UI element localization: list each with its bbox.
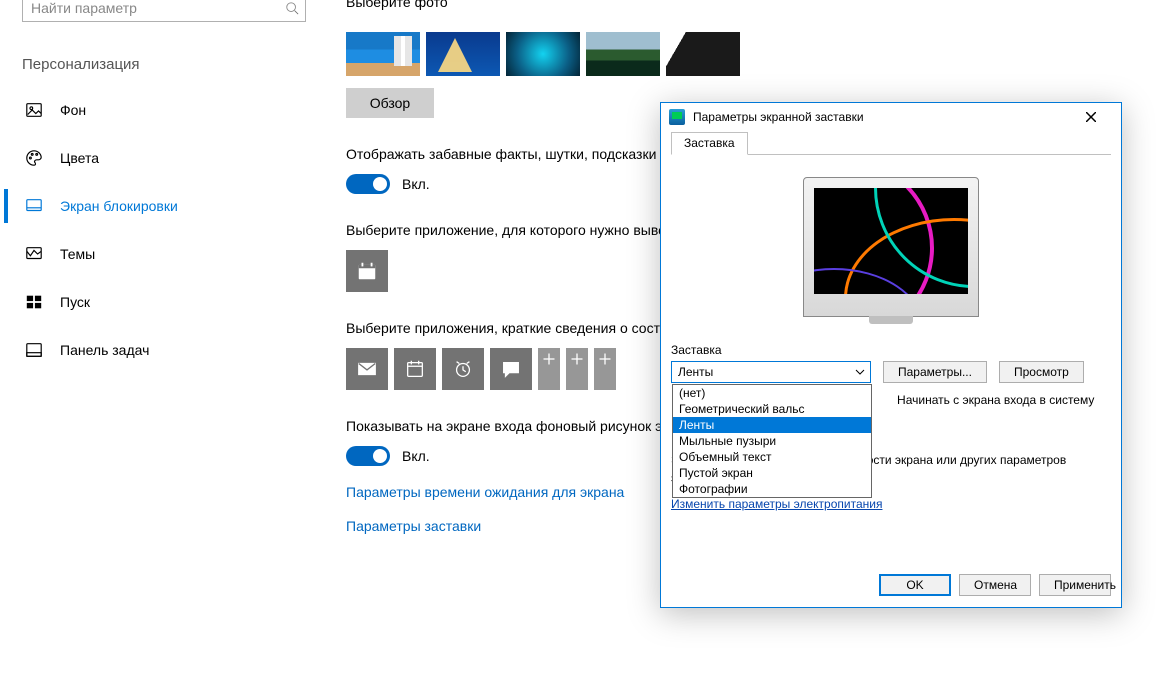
sidebar-item-taskbar[interactable]: Панель задач (0, 326, 320, 374)
choose-photo-label: Выберите фото (346, 0, 1106, 10)
dialog-app-icon (669, 109, 685, 125)
toggle-state-label: Вкл. (402, 448, 430, 464)
screensaver-option[interactable]: Пустой экран (673, 465, 871, 481)
photo-thumbnails (346, 32, 1106, 76)
show-bg-signin-toggle[interactable] (346, 446, 390, 466)
sidebar-item-colors[interactable]: Цвета (0, 134, 320, 182)
sidebar-item-themes[interactable]: Темы (0, 230, 320, 278)
clock-icon (452, 358, 474, 380)
quick-app-tile-add[interactable] (538, 348, 560, 390)
screensaver-dropdown-list: (нет) Геометрический вальс Ленты Мыльные… (672, 384, 872, 498)
tab-screensaver[interactable]: Заставка (671, 132, 748, 155)
screensaver-option[interactable]: (нет) (673, 385, 871, 401)
plus-icon (566, 348, 588, 370)
photo-thumb[interactable] (506, 32, 580, 76)
mail-icon (356, 358, 378, 380)
detailed-app-tile[interactable] (346, 250, 388, 292)
section-header: Персонализация (22, 56, 140, 73)
dialog-title: Параметры экранной заставки (693, 110, 1061, 124)
chat-icon (500, 358, 522, 380)
start-icon (24, 292, 44, 312)
sidebar-item-label: Цвета (60, 150, 99, 166)
photo-thumb[interactable] (586, 32, 660, 76)
quick-app-tile-add[interactable] (594, 348, 616, 390)
sidebar-item-label: Экран блокировки (60, 198, 178, 214)
sidebar-item-label: Фон (60, 102, 86, 118)
search-input[interactable]: Найти параметр (22, 0, 306, 22)
quick-app-tile-alarm[interactable] (442, 348, 484, 390)
screensaver-preview-button[interactable]: Просмотр (999, 361, 1084, 383)
search-icon (285, 1, 299, 15)
ok-button[interactable]: OK (879, 574, 951, 596)
plus-icon (538, 348, 560, 370)
chevron-down-icon (854, 366, 866, 378)
screensaver-option[interactable]: Объемный текст (673, 449, 871, 465)
screensaver-settings-button[interactable]: Параметры... (883, 361, 987, 383)
sidebar-item-lockscreen[interactable]: Экран блокировки (0, 182, 320, 230)
screensaver-option[interactable]: Фотографии (673, 481, 871, 497)
screensaver-dropdown[interactable]: Ленты (нет) Геометрический вальс Ленты М… (671, 361, 871, 383)
palette-icon (24, 148, 44, 168)
themes-icon (24, 244, 44, 264)
photo-thumb[interactable] (346, 32, 420, 76)
close-button[interactable] (1069, 104, 1113, 130)
toggle-state-label: Вкл. (402, 176, 430, 192)
sidebar-item-background[interactable]: Фон (0, 86, 320, 134)
photo-thumb[interactable] (426, 32, 500, 76)
screensaver-option[interactable]: Ленты (673, 417, 871, 433)
sidebar-item-start[interactable]: Пуск (0, 278, 320, 326)
screensaver-option[interactable]: Геометрический вальс (673, 401, 871, 417)
on-resume-checkbox-label: Начинать с экрана входа в систему (897, 393, 1094, 407)
lockscreen-icon (24, 196, 44, 216)
calendar-icon (356, 260, 378, 282)
screensaver-group-label: Заставка (671, 343, 1111, 357)
screensaver-option[interactable]: Мыльные пузыри (673, 433, 871, 449)
plus-icon (594, 348, 616, 370)
apply-button[interactable]: Применить (1039, 574, 1111, 596)
cancel-button[interactable]: Отмена (959, 574, 1031, 596)
sidebar: Фон Цвета Экран блокировки Темы Пуск Пан… (0, 86, 320, 374)
sidebar-item-label: Темы (60, 246, 95, 262)
quick-app-tile-add[interactable] (566, 348, 588, 390)
picture-icon (24, 100, 44, 120)
screensaver-selected-value: Ленты (678, 365, 713, 379)
fun-facts-toggle[interactable] (346, 174, 390, 194)
browse-button[interactable]: Обзор (346, 88, 434, 118)
sidebar-item-label: Пуск (60, 294, 90, 310)
close-icon (1086, 112, 1096, 122)
quick-app-tile-mail[interactable] (346, 348, 388, 390)
quick-app-tile-calendar[interactable] (394, 348, 436, 390)
quick-app-tile-chat[interactable] (490, 348, 532, 390)
sidebar-item-label: Панель задач (60, 342, 149, 358)
photo-thumb[interactable] (666, 32, 740, 76)
calendar-icon (404, 358, 426, 380)
taskbar-icon (24, 340, 44, 360)
screensaver-preview-monitor (803, 177, 979, 317)
screensaver-dialog: Параметры экранной заставки Заставка Зас… (660, 102, 1122, 608)
search-placeholder: Найти параметр (31, 0, 137, 16)
